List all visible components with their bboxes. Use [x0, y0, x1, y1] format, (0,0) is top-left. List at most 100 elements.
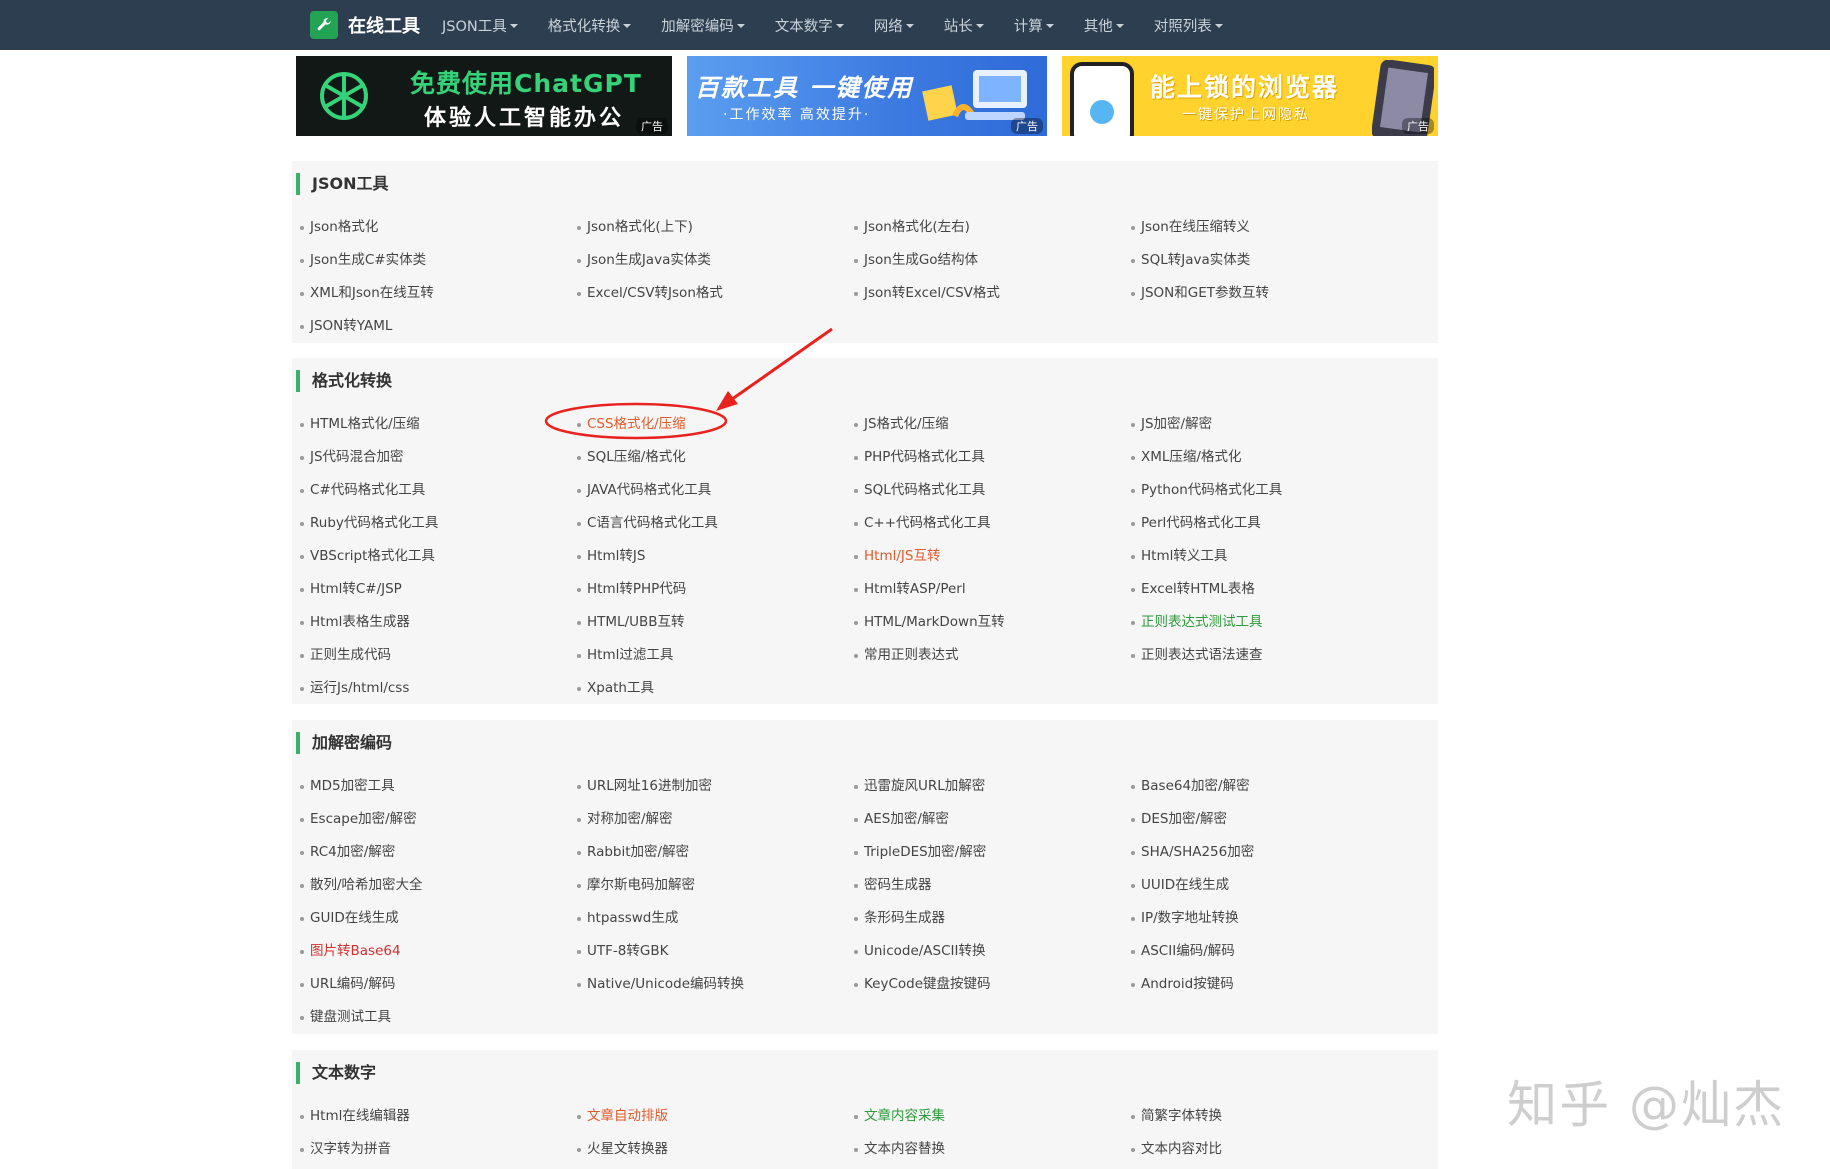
tool-link[interactable]: Json格式化 [300, 211, 577, 244]
tool-link[interactable]: AES加密/解密 [854, 803, 1131, 836]
tool-link[interactable]: 正则表达式测试工具 [1131, 606, 1408, 639]
tool-link[interactable]: XML压缩/格式化 [1131, 441, 1408, 474]
tool-link[interactable]: JAVA代码格式化工具 [577, 474, 854, 507]
tool-link[interactable]: 常用正则表达式 [854, 639, 1131, 672]
tool-link[interactable]: Ruby代码格式化工具 [300, 507, 577, 540]
tool-link[interactable]: 对称加密/解密 [577, 803, 854, 836]
tool-link[interactable]: SHA/SHA256加密 [1131, 836, 1408, 869]
tool-link[interactable]: Html转C#/JSP [300, 573, 577, 606]
tool-link[interactable]: SQL压缩/格式化 [577, 441, 854, 474]
caret-down-icon [1115, 24, 1124, 28]
ad-banner-tools[interactable]: 百款工具 一键使用 ·工作效率 高效提升· 广告 [687, 56, 1047, 136]
nav-item-3[interactable]: 文本数字 [775, 15, 844, 36]
tool-link[interactable]: JS代码混合加密 [300, 441, 577, 474]
tool-link[interactable]: 文本内容替换 [854, 1133, 1131, 1166]
tool-link[interactable]: Json格式化(左右) [854, 211, 1131, 244]
tool-link[interactable]: C语言代码格式化工具 [577, 507, 854, 540]
tool-link[interactable]: DES加密/解密 [1131, 803, 1408, 836]
tool-link[interactable]: Html在线编辑器 [300, 1100, 577, 1133]
tool-link[interactable]: HTML/MarkDown互转 [854, 606, 1131, 639]
tool-link[interactable]: RC4加密/解密 [300, 836, 577, 869]
tool-link[interactable]: 文章内容采集 [854, 1100, 1131, 1133]
tool-link[interactable]: HTML格式化/压缩 [300, 408, 577, 441]
tool-link[interactable]: JSON转YAML [300, 310, 577, 343]
nav-item-2[interactable]: 加解密编码 [661, 15, 745, 36]
tool-link[interactable]: GUID在线生成 [300, 902, 577, 935]
tool-link[interactable]: C#代码格式化工具 [300, 474, 577, 507]
tool-link[interactable]: Html表格生成器 [300, 606, 577, 639]
tool-link[interactable]: 运行Js/html/css [300, 672, 577, 705]
tool-link[interactable]: 汉字转为拼音 [300, 1133, 577, 1166]
tool-link[interactable]: 文章自动排版 [577, 1100, 854, 1133]
tool-link[interactable]: UTF-8转GBK [577, 935, 854, 968]
tool-link[interactable]: JS加密/解密 [1131, 408, 1408, 441]
nav-item-4[interactable]: 网络 [874, 15, 914, 36]
tool-link[interactable]: Python代码格式化工具 [1131, 474, 1408, 507]
tool-link[interactable]: Json转Excel/CSV格式 [854, 277, 1131, 310]
ad-banner-chatgpt[interactable]: 免费使用ChatGPT 体验人工智能办公 广告 [296, 56, 672, 136]
nav-item-8[interactable]: 对照列表 [1154, 15, 1223, 36]
tool-link[interactable]: URL网址16进制加密 [577, 770, 854, 803]
tool-link[interactable]: 键盘测试工具 [300, 1001, 577, 1034]
tool-link[interactable]: Excel转HTML表格 [1131, 573, 1408, 606]
tool-link[interactable]: XML和Json在线互转 [300, 277, 577, 310]
tool-link[interactable]: HTML/UBB互转 [577, 606, 854, 639]
tool-link[interactable]: Perl代码格式化工具 [1131, 507, 1408, 540]
tool-link[interactable]: Base64加密/解密 [1131, 770, 1408, 803]
tool-link[interactable]: Android按键码 [1131, 968, 1408, 1001]
tool-link[interactable]: SQL转Java实体类 [1131, 244, 1408, 277]
tool-link[interactable]: htpasswd生成 [577, 902, 854, 935]
bullet-icon [854, 258, 858, 263]
tool-link[interactable]: VBScript格式化工具 [300, 540, 577, 573]
tool-link[interactable]: KeyCode键盘按键码 [854, 968, 1131, 1001]
nav-item-6[interactable]: 计算 [1014, 15, 1054, 36]
tool-link[interactable]: SQL代码格式化工具 [854, 474, 1131, 507]
tool-link[interactable]: Html转ASP/Perl [854, 573, 1131, 606]
tool-link[interactable]: 简繁字体转换 [1131, 1100, 1408, 1133]
tool-link[interactable]: 摩尔斯电码加解密 [577, 869, 854, 902]
tool-link[interactable]: PHP代码格式化工具 [854, 441, 1131, 474]
tool-link[interactable]: Json生成Java实体类 [577, 244, 854, 277]
tool-link[interactable]: JSON和GET参数互转 [1131, 277, 1408, 310]
nav-item-1[interactable]: 格式化转换 [548, 15, 632, 36]
tool-link[interactable]: Native/Unicode编码转换 [577, 968, 854, 1001]
tool-link[interactable]: IP/数字地址转换 [1131, 902, 1408, 935]
tool-link[interactable]: 文本内容对比 [1131, 1133, 1408, 1166]
tool-link[interactable]: UUID在线生成 [1131, 869, 1408, 902]
tool-link[interactable]: 迅雷旋风URL加解密 [854, 770, 1131, 803]
tool-link[interactable]: TripleDES加密/解密 [854, 836, 1131, 869]
tool-link[interactable]: Json生成C#实体类 [300, 244, 577, 277]
tool-link[interactable]: Html转义工具 [1131, 540, 1408, 573]
tool-link-label: 正则表达式语法速查 [1141, 647, 1263, 663]
nav-item-0[interactable]: JSON工具 [442, 15, 518, 36]
nav-item-7[interactable]: 其他 [1084, 15, 1124, 36]
tool-link[interactable]: CSS格式化/压缩 [577, 408, 854, 441]
tool-link[interactable]: ASCII编码/解码 [1131, 935, 1408, 968]
tool-link[interactable]: Xpath工具 [577, 672, 854, 705]
tool-link[interactable]: MD5加密工具 [300, 770, 577, 803]
tool-link[interactable]: Excel/CSV转Json格式 [577, 277, 854, 310]
tool-link[interactable]: Html转JS [577, 540, 854, 573]
tool-link[interactable]: Unicode/ASCII转换 [854, 935, 1131, 968]
tool-link[interactable]: 散列/哈希加密大全 [300, 869, 577, 902]
tool-link[interactable]: Html转PHP代码 [577, 573, 854, 606]
tool-link[interactable]: Html/JS互转 [854, 540, 1131, 573]
brand[interactable]: 在线工具 [310, 11, 420, 39]
tool-link[interactable]: 图片转Base64 [300, 935, 577, 968]
tool-link[interactable]: 正则生成代码 [300, 639, 577, 672]
tool-link[interactable]: 密码生成器 [854, 869, 1131, 902]
tool-link[interactable]: Escape加密/解密 [300, 803, 577, 836]
tool-link[interactable]: 正则表达式语法速查 [1131, 639, 1408, 672]
tool-link[interactable]: JS格式化/压缩 [854, 408, 1131, 441]
tool-link[interactable]: Json在线压缩转义 [1131, 211, 1408, 244]
tool-link[interactable]: 火星文转换器 [577, 1133, 854, 1166]
tool-link[interactable]: URL编码/解码 [300, 968, 577, 1001]
tool-link[interactable]: C++代码格式化工具 [854, 507, 1131, 540]
tool-link[interactable]: Rabbit加密/解密 [577, 836, 854, 869]
tool-link[interactable]: Html过滤工具 [577, 639, 854, 672]
tool-link[interactable]: Json生成Go结构体 [854, 244, 1131, 277]
tool-link[interactable]: Json格式化(上下) [577, 211, 854, 244]
ad-banner-browser[interactable]: 能上锁的浏览器 一键保护上网隐私 广告 [1062, 56, 1438, 136]
nav-item-5[interactable]: 站长 [944, 15, 984, 36]
tool-link[interactable]: 条形码生成器 [854, 902, 1131, 935]
